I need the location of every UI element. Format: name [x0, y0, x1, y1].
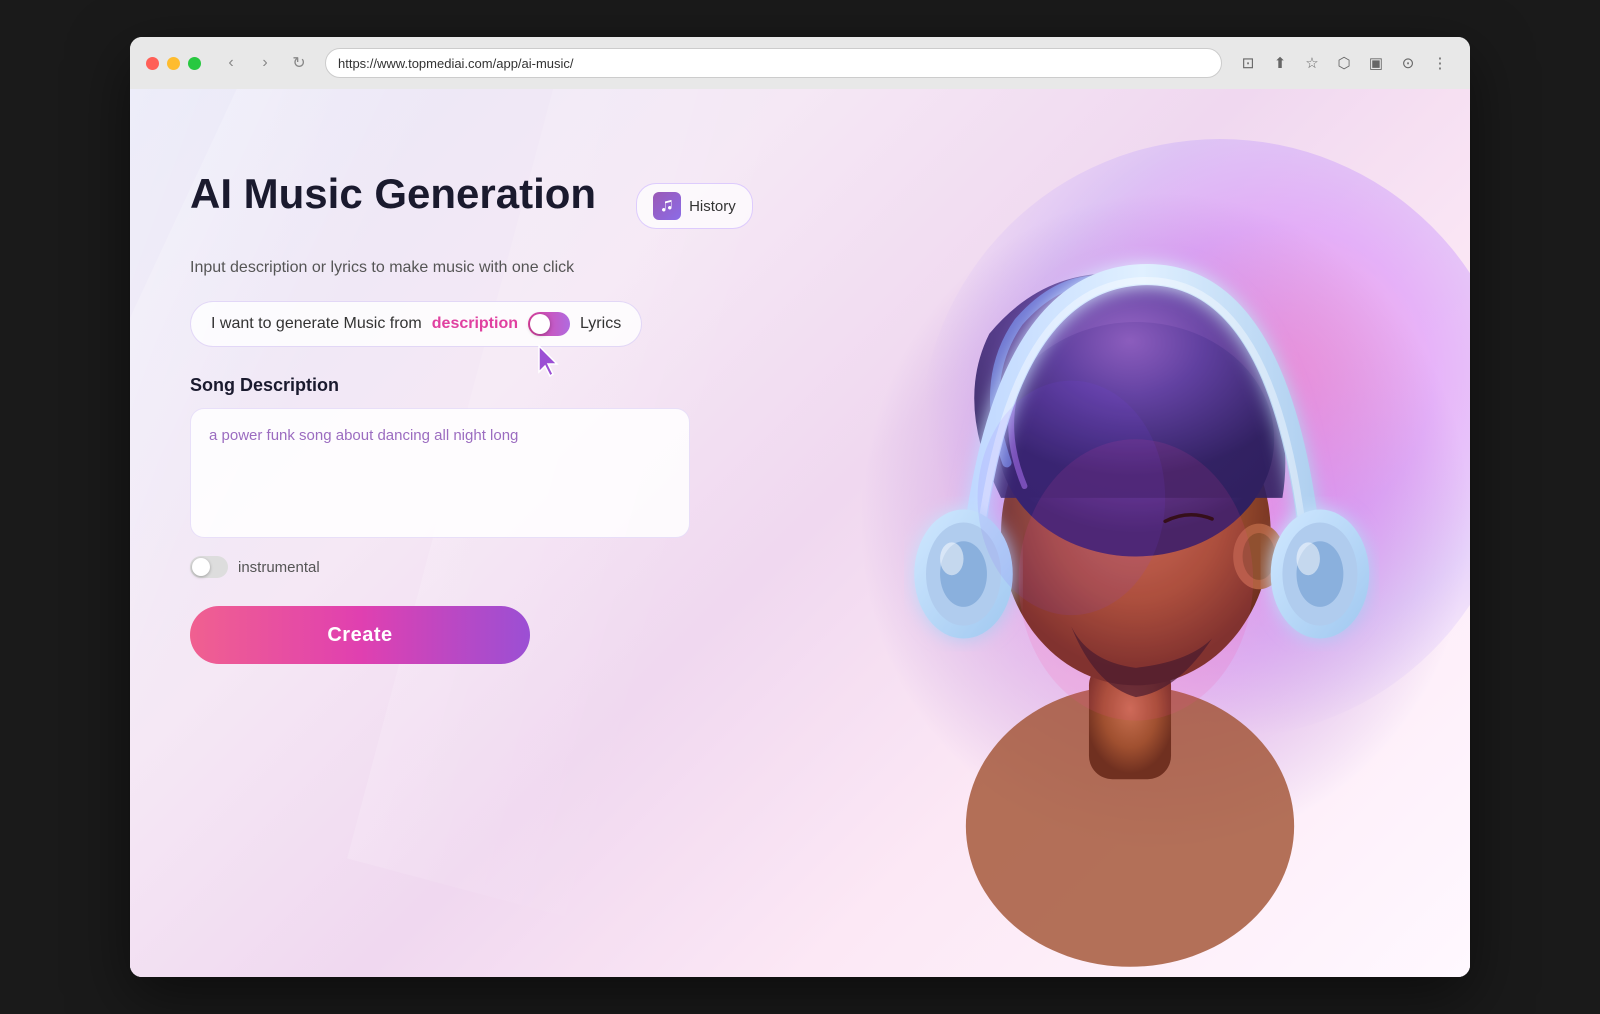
instrumental-toggle[interactable] [190, 556, 228, 578]
title-row: AI Music Generation History [190, 169, 830, 243]
close-button[interactable] [146, 57, 159, 70]
create-button[interactable]: Create [190, 606, 530, 664]
forward-button[interactable]: › [251, 49, 279, 77]
traffic-lights [146, 57, 201, 70]
mode-toggle-switch[interactable] [528, 312, 570, 336]
page-content: AI Music Generation History Input descri… [130, 89, 1470, 977]
refresh-button[interactable]: ↻ [285, 49, 313, 77]
page-title: AI Music Generation [190, 169, 596, 219]
browser-actions: ⊡ ⬆ ☆ ⬡ ▣ ⊙ ⋮ [1234, 49, 1454, 77]
subtitle: Input description or lyrics to make musi… [190, 259, 830, 277]
puzzle-icon[interactable]: ⬡ [1330, 49, 1358, 77]
left-panel: AI Music Generation History Input descri… [190, 169, 830, 664]
song-description-section: Song Description [190, 375, 830, 538]
address-bar[interactable]: https://www.topmediai.com/app/ai-music/ [325, 48, 1222, 78]
song-description-input[interactable] [190, 408, 690, 538]
headphones-person-svg [790, 89, 1470, 977]
bookmark-icon[interactable]: ⊡ [1234, 49, 1262, 77]
minimize-button[interactable] [167, 57, 180, 70]
more-icon[interactable]: ⋮ [1426, 49, 1454, 77]
history-music-icon [653, 192, 681, 220]
instrumental-toggle-track [190, 556, 228, 578]
browser-window: ‹ › ↻ https://www.topmediai.com/app/ai-m… [130, 37, 1470, 977]
mode-toggle-row: I want to generate Music from descriptio… [190, 301, 642, 347]
star-icon[interactable]: ☆ [1298, 49, 1326, 77]
instrumental-label: instrumental [238, 559, 320, 576]
account-icon[interactable]: ⊙ [1394, 49, 1422, 77]
hero-image [790, 89, 1470, 977]
browser-titlebar: ‹ › ↻ https://www.topmediai.com/app/ai-m… [130, 37, 1470, 89]
toggle-track [528, 312, 570, 336]
description-mode-label: description [432, 315, 518, 333]
music-note-icon [659, 198, 675, 214]
url-text: https://www.topmediai.com/app/ai-music/ [338, 56, 574, 71]
lyrics-mode-label: Lyrics [580, 315, 621, 333]
share-icon[interactable]: ⬆ [1266, 49, 1294, 77]
instrumental-toggle-thumb [192, 558, 210, 576]
sidebar-icon[interactable]: ▣ [1362, 49, 1390, 77]
nav-buttons: ‹ › ↻ [217, 49, 313, 77]
history-label: History [689, 198, 736, 215]
back-button[interactable]: ‹ [217, 49, 245, 77]
section-label: Song Description [190, 375, 830, 396]
instrumental-row: instrumental [190, 556, 830, 578]
history-button[interactable]: History [636, 183, 753, 229]
maximize-button[interactable] [188, 57, 201, 70]
toggle-thumb [530, 314, 550, 334]
toggle-prefix-text: I want to generate Music from [211, 315, 422, 333]
